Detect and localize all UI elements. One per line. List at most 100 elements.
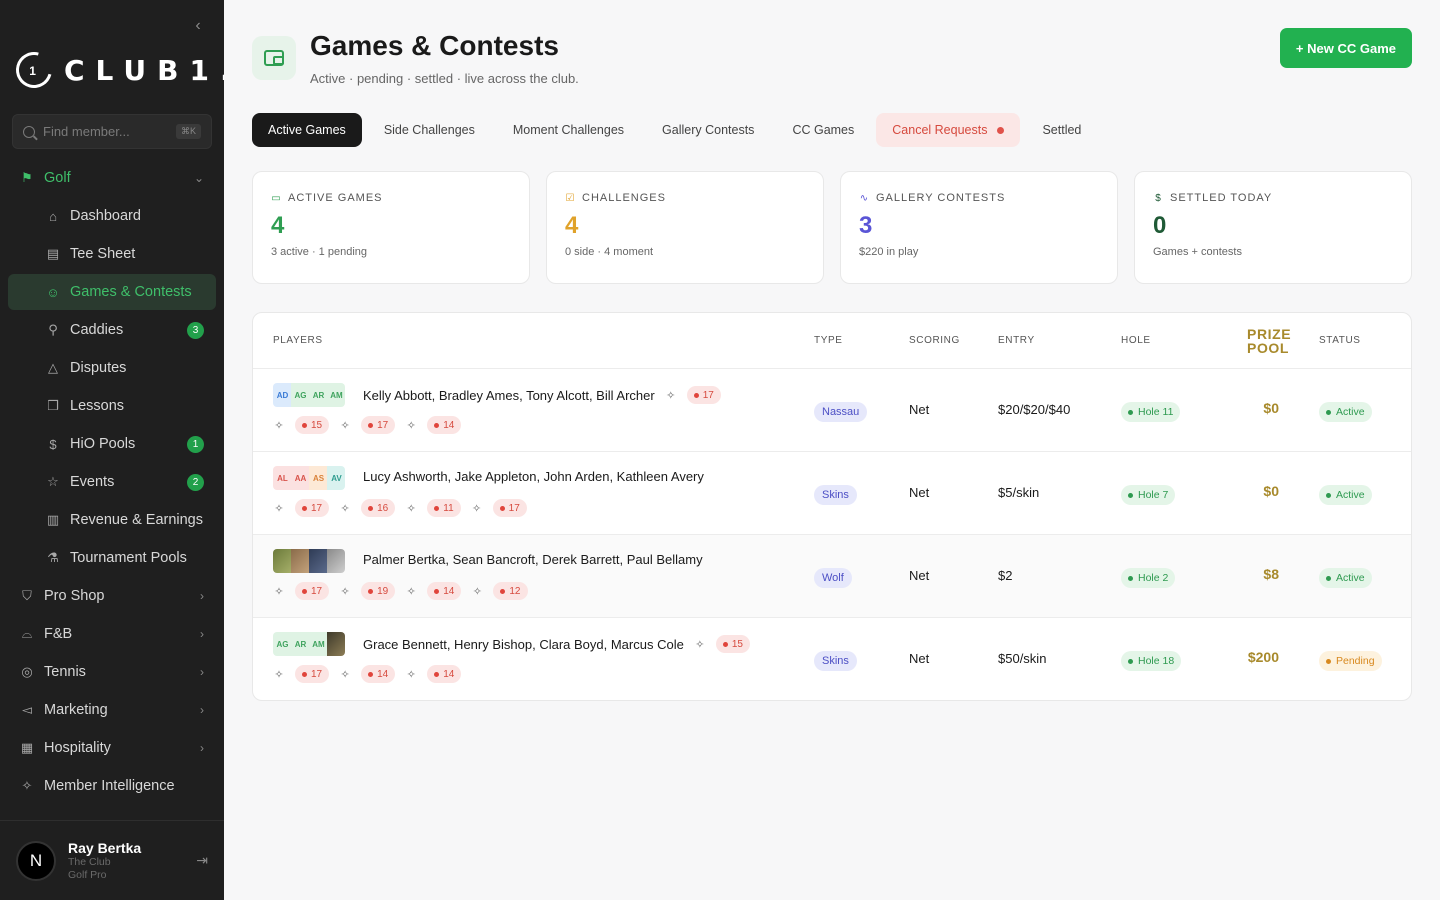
sidebar-item-f-b[interactable]: ⌓ F&B › xyxy=(8,616,216,652)
sparkle-icon: ✧ xyxy=(274,419,284,432)
score-chips: ✧ 17 ✧ 14 ✧ 14 xyxy=(273,665,462,683)
sidebar-item-label: Lessons xyxy=(70,398,125,414)
col-hole: HOLE xyxy=(1121,335,1151,346)
col-prize-pool: PRIZE POOL xyxy=(1247,327,1291,355)
scoring-value: Net xyxy=(909,485,930,500)
stat-label-text: ACTIVE GAMES xyxy=(288,192,383,204)
table-row[interactable]: Palmer Bertka, Sean Bancroft, Derek Barr… xyxy=(253,535,1411,618)
club-logo[interactable]: 1 CLUB1. xyxy=(9,45,224,95)
tab-label: Side Challenges xyxy=(383,123,475,137)
book-icon: ❒ xyxy=(47,398,59,413)
home-icon: ⌂ xyxy=(49,208,57,224)
tab-active-games[interactable]: Active Games xyxy=(252,113,362,147)
stat-subtext: $220 in play xyxy=(859,246,919,258)
score-chip: 17 xyxy=(492,499,527,517)
member-search: ⌘K xyxy=(12,114,212,149)
logout-icon[interactable]: ⇥ xyxy=(196,852,208,869)
games-table: PLAYERS TYPE SCORING ENTRY HOLE PRIZE PO… xyxy=(252,312,1412,701)
sidebar-item-hospitality[interactable]: ▦ Hospitality › xyxy=(8,730,216,766)
sidebar-item-member-intelligence[interactable]: ✧ Member Intelligence xyxy=(8,768,216,804)
table-row[interactable]: AG AR AM Grace Bennett, Henry Bishop, Clara… xyxy=(253,618,1411,700)
table-row[interactable]: AD AG AR AM Kelly Abbott, Bradley Ames, Tony… xyxy=(253,369,1411,452)
user-profile[interactable]: N Ray Bertka The Club Golf Pro ⇥ xyxy=(0,820,224,900)
sidebar-item-dashboard[interactable]: ⌂ Dashboard xyxy=(8,198,216,234)
avatar: AR xyxy=(291,632,310,656)
col-prize-line2: POOL xyxy=(1247,340,1290,356)
score-chips: ✧ 15 ✧ 17 ✧ 14 xyxy=(273,416,462,434)
user-name: Ray Bertka xyxy=(68,839,142,856)
calendar-icon: ▤ xyxy=(46,246,60,261)
sidebar-item-disputes[interactable]: △ Disputes xyxy=(8,350,216,386)
logo-mark: 1 xyxy=(9,45,59,95)
collapse-sidebar-icon[interactable]: ‹ xyxy=(188,16,208,36)
sidebar-item-label: Revenue & Earnings xyxy=(70,512,203,528)
table-row[interactable]: AL AA AS AV Lucy Ashworth, Jake Appleton, Jo… xyxy=(253,452,1411,535)
player-names-text: Grace Bennett, Henry Bishop, Clara Boyd,… xyxy=(363,636,684,652)
score-chip: 19 xyxy=(361,582,396,600)
sidebar-item-hio-pools[interactable]: $ HiO Pools 1 xyxy=(8,426,216,462)
tab-cancel-requests[interactable]: Cancel Requests xyxy=(876,113,1021,147)
search-shortcut: ⌘K xyxy=(175,124,201,139)
sidebar-item-tournament-pools[interactable]: ⚗ Tournament Pools xyxy=(8,540,216,576)
col-status: STATUS xyxy=(1319,335,1361,346)
member-search-input[interactable] xyxy=(43,124,168,139)
sidebar-item-label: Dashboard xyxy=(70,208,141,224)
sidebar-item-lessons[interactable]: ❒ Lessons xyxy=(8,388,216,424)
score-chip: 15 xyxy=(295,416,330,434)
chevron-right-icon: › xyxy=(200,703,204,717)
sidebar-item-caddies[interactable]: ⚲ Caddies 3 xyxy=(8,312,216,348)
scoring-value: Net xyxy=(909,651,930,666)
sparkle-icon: ✧ xyxy=(340,668,350,681)
avatar xyxy=(309,549,328,573)
stat-value: 4 xyxy=(565,212,579,239)
tab-gallery-contests[interactable]: Gallery Contests xyxy=(646,113,770,147)
table-header: PLAYERS TYPE SCORING ENTRY HOLE PRIZE PO… xyxy=(253,313,1411,369)
sidebar-item-marketing[interactable]: ◅ Marketing › xyxy=(8,692,216,728)
chevron-down-icon: ⌄ xyxy=(193,171,204,185)
stat-label: ∿ GALLERY CONTESTS xyxy=(859,192,1099,204)
player-names: Grace Bennett, Henry Bishop, Clara Boyd,… xyxy=(363,635,750,653)
avatar: AG xyxy=(291,383,310,407)
sidebar-nav: ⚑ Golf ⌄ ⌂ Dashboard ▤ Tee Sheet ☺ Games & Conte… xyxy=(8,160,216,806)
player-avatars: AG AR AM xyxy=(273,632,345,656)
chevron-right-icon: › xyxy=(200,589,204,603)
stat-label: ☑ CHALLENGES xyxy=(565,192,805,204)
tab-side-challenges[interactable]: Side Challenges xyxy=(368,113,491,147)
score-chip: 16 xyxy=(361,499,396,517)
score-chips: ✧ 17 ✧ 19 ✧ 14 ✧ 12 xyxy=(273,582,528,600)
tab-cc-games[interactable]: CC Games xyxy=(776,113,870,147)
sidebar-item-revenue-earnings[interactable]: ▥ Revenue & Earnings xyxy=(8,502,216,538)
building-icon: ▦ xyxy=(20,740,34,755)
sparkle-icon: ✧ xyxy=(406,419,416,432)
sidebar-item-label: Events xyxy=(70,474,115,490)
new-cc-game-button[interactable]: + New CC Game xyxy=(1279,28,1412,68)
stat-value: 3 xyxy=(859,212,873,239)
stat-card-gallery-contests: ∿ GALLERY CONTESTS 3 $220 in play xyxy=(840,171,1118,284)
sparkle-icon: ✧ xyxy=(274,668,284,681)
user-info: Ray Bertka The Club Golf Pro xyxy=(68,840,184,882)
sidebar-item-label: Caddies xyxy=(70,322,124,338)
prize-pool-value: $200 xyxy=(1247,649,1279,665)
sidebar-item-tennis[interactable]: ◎ Tennis › xyxy=(8,654,216,690)
sparkle-icon: ✧ xyxy=(340,585,350,598)
flag-icon: ⚑ xyxy=(21,170,33,185)
entry-value: $20/$20/$40 xyxy=(998,402,1071,417)
player-names: Palmer Bertka, Sean Bancroft, Derek Barr… xyxy=(363,552,703,567)
sidebar: ‹ 1 CLUB1. ⌘K ⚑ Golf ⌄ ⌂ Dashboard ▤ Tee Sheet… xyxy=(0,0,224,900)
sparkle-icon: ✧ xyxy=(472,502,482,515)
tab-settled[interactable]: Settled xyxy=(1026,113,1097,147)
sidebar-item-games-contests[interactable]: ☺ Games & Contests xyxy=(8,274,216,310)
player-names-text: Lucy Ashworth, Jake Appleton, John Arden… xyxy=(363,469,704,484)
prize-pool-value: $0 xyxy=(1263,400,1279,416)
game-type-badge: Skins xyxy=(814,485,857,505)
tab-label: Active Games xyxy=(268,123,346,137)
tab-moment-challenges[interactable]: Moment Challenges xyxy=(497,113,640,147)
game-type-badge: Skins xyxy=(814,651,857,671)
sidebar-item-events[interactable]: ☆ Events 2 xyxy=(8,464,216,500)
sparkle-icon: ✧ xyxy=(406,668,416,681)
score-chip: 17 xyxy=(295,665,330,683)
sidebar-item-golf[interactable]: ⚑ Golf ⌄ xyxy=(8,160,216,196)
sidebar-item-tee-sheet[interactable]: ▤ Tee Sheet xyxy=(8,236,216,272)
stat-subtext: 0 side · 4 moment xyxy=(565,246,654,258)
sidebar-item-pro-shop[interactable]: ⛉ Pro Shop › xyxy=(8,578,216,614)
